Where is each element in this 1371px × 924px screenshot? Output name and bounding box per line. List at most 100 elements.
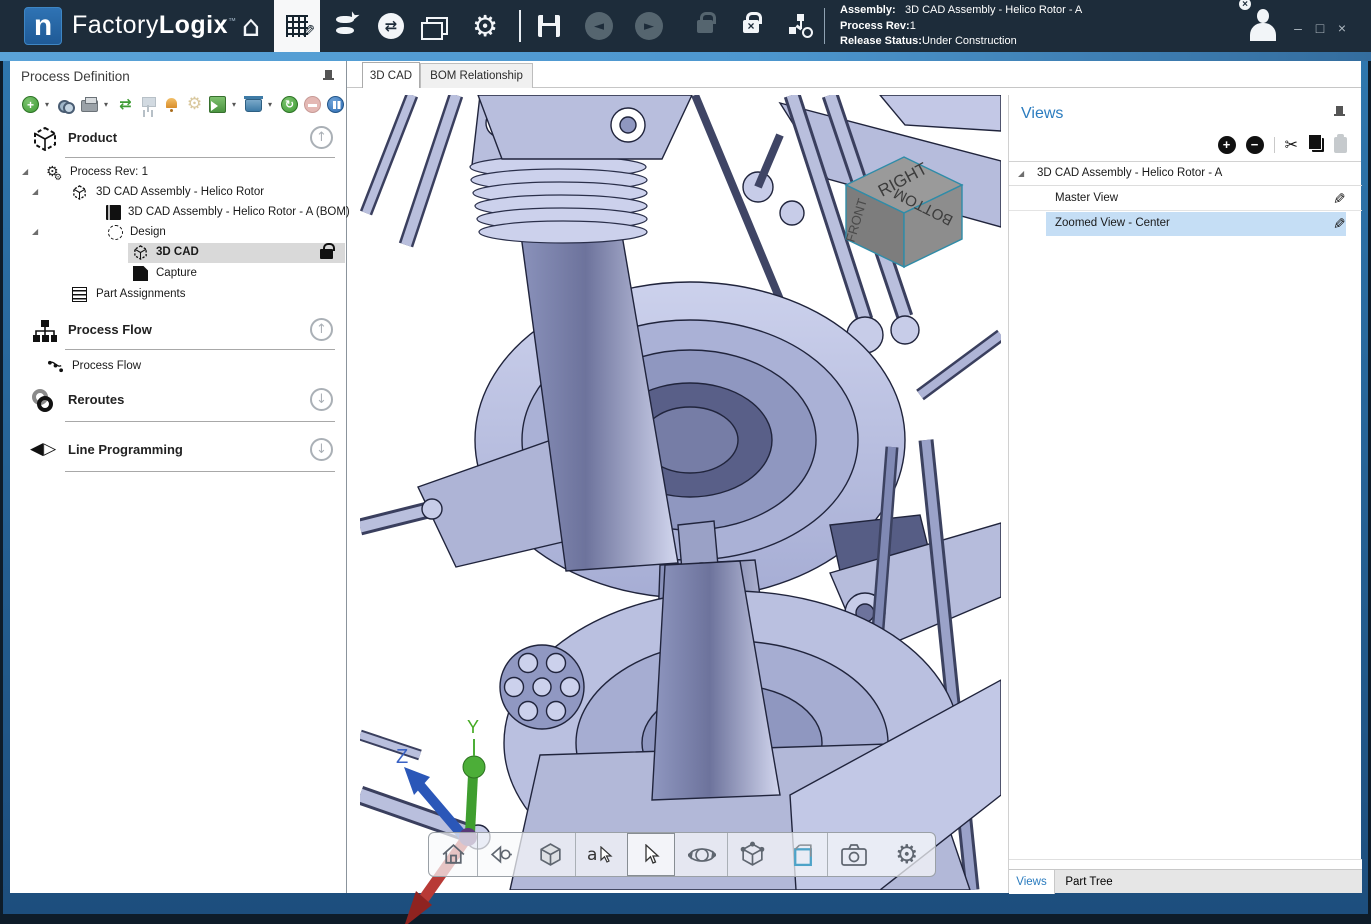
view-item-label: Zoomed View - Center (1055, 217, 1170, 229)
add-view-button[interactable]: + (1218, 136, 1236, 154)
transfer-button[interactable]: ⇄ (368, 0, 414, 52)
tree-label: 3D CAD (156, 246, 199, 258)
tree-row-3dcad[interactable]: 3D CAD (10, 243, 347, 263)
views-tree-root[interactable]: ◢ 3D CAD Assembly - Helico Rotor - A (1009, 162, 1362, 186)
view-cube[interactable]: RIGHT BOTTOM FRONT (842, 155, 966, 271)
tree-row-design[interactable]: ◢ Design (10, 223, 347, 243)
presentation-icon[interactable] (140, 96, 157, 113)
unlock-button[interactable] (682, 0, 728, 52)
cad-viewport[interactable]: RIGHT BOTTOM FRONT Z Y X (360, 95, 1001, 890)
process-definition-button[interactable]: ✎ (274, 0, 320, 52)
cut-icon[interactable]: ✂ (1285, 137, 1298, 153)
lock-x-icon: × (743, 20, 759, 33)
snapshot-button[interactable] (830, 833, 878, 876)
view-item-zoomed[interactable]: Zoomed View - Center ✎ (1009, 212, 1362, 236)
panel-title: Process Definition (21, 69, 130, 84)
tree-row-part-assignments[interactable]: Part Assignments (10, 285, 347, 305)
bell-icon[interactable] (163, 96, 180, 113)
materials-button[interactable]: ➤ (322, 0, 368, 52)
edit-view-icon[interactable]: ✎ (1333, 190, 1346, 208)
isometric-cube-icon (739, 841, 766, 868)
edit-view-icon[interactable]: ✎ (1333, 215, 1346, 233)
print-button[interactable] (81, 100, 98, 112)
pause-icon[interactable] (327, 96, 344, 113)
tab-label: Part Tree (1065, 876, 1112, 888)
process-rev-row: Process Rev:1 (840, 19, 1082, 35)
expander-icon[interactable]: ◢ (1018, 169, 1024, 178)
back-icon: ◄ (585, 12, 613, 40)
product-section-label: Product (68, 130, 117, 145)
documents-button[interactable] (414, 0, 460, 52)
pin-icon[interactable] (1333, 105, 1347, 121)
home-icon (440, 841, 467, 868)
delete-button[interactable] (245, 99, 262, 112)
add-dropdown-icon[interactable]: ▾ (45, 100, 52, 109)
product-section-header[interactable]: Product ↑ (10, 123, 347, 155)
find-icon[interactable] (58, 96, 75, 113)
viewport-settings-button[interactable]: ⚙ (883, 833, 931, 876)
expander-icon[interactable]: ◢ (32, 227, 38, 236)
save-button[interactable] (526, 0, 572, 52)
sync-icon[interactable]: ⇄ (117, 96, 134, 113)
annotation-select-button[interactable]: a (577, 833, 625, 876)
product-collapse-button[interactable]: ↑ (310, 126, 333, 149)
home-button[interactable]: ⌂ (228, 0, 274, 52)
tab-views[interactable]: Views (1009, 870, 1055, 894)
delete-dropdown-icon[interactable]: ▾ (268, 100, 275, 109)
tab-bom-relationship[interactable]: BOM Relationship (420, 63, 533, 88)
back-button[interactable]: ◄ (576, 0, 622, 52)
remove-view-button[interactable]: − (1246, 136, 1264, 154)
tree-label: Capture (156, 267, 197, 279)
tree-row-process-flow[interactable]: Process Flow (10, 357, 347, 377)
view-direction-button[interactable] (478, 833, 526, 876)
view-item-master[interactable]: Master View ✎ (1009, 187, 1362, 211)
reroutes-expand-button[interactable]: ↓ (310, 388, 333, 411)
tree-row-assembly[interactable]: ◢ 3D CAD Assembly - Helico Rotor (10, 183, 347, 203)
tab-part-tree[interactable]: Part Tree (1055, 870, 1123, 894)
close-button[interactable]: × (1332, 20, 1352, 36)
settings-button[interactable]: ⚙ (462, 0, 508, 52)
flow-search-button[interactable] (778, 0, 824, 52)
tree-row-capture[interactable]: Capture (10, 264, 347, 284)
bounding-box-button[interactable] (778, 833, 826, 876)
views-scroll-track[interactable] (1009, 859, 1362, 869)
isometric-view-button[interactable] (729, 833, 777, 876)
home-view-button[interactable] (429, 833, 477, 876)
title-bar: n FactoryLogix™ ⌂ ✎ ➤ ⇄ ⚙ ◄ ► × Assembly… (0, 0, 1371, 52)
reroutes-section-header[interactable]: Reroutes ↓ (10, 385, 347, 417)
line-programming-section-header[interactable]: ◀▷ Line Programming ↓ (10, 435, 347, 467)
minimize-button[interactable]: – (1288, 20, 1308, 36)
cube-icon (72, 185, 87, 200)
tab-3d-cad[interactable]: 3D CAD (362, 62, 420, 88)
tree-row-bom[interactable]: 3D CAD Assembly - Helico Rotor - A (BOM) (10, 203, 347, 223)
orbit-button[interactable] (678, 833, 726, 876)
maximize-button[interactable]: □ (1310, 20, 1330, 36)
part-assignments-icon (72, 287, 87, 302)
forward-button[interactable]: ► (626, 0, 672, 52)
tree-row-process-rev[interactable]: ◢ ⚙⚙ Process Rev: 1 (10, 163, 347, 183)
design-icon (108, 225, 123, 240)
add-button[interactable]: + (22, 96, 39, 113)
cursor-icon (599, 846, 615, 864)
pin-icon[interactable] (322, 69, 336, 85)
copy-icon[interactable] (1312, 138, 1324, 152)
expander-icon[interactable]: ◢ (32, 187, 38, 196)
lock-close-button[interactable]: × (728, 0, 774, 52)
pointer-select-button[interactable] (627, 833, 675, 876)
export-button[interactable] (209, 96, 226, 113)
line-programming-expand-button[interactable]: ↓ (310, 438, 333, 461)
print-dropdown-icon[interactable]: ▾ (104, 100, 111, 109)
tree-label: Process Rev: 1 (70, 166, 148, 178)
process-flow-section-header[interactable]: Process Flow ↑ (10, 315, 347, 347)
activate-icon[interactable]: ↻ (281, 96, 298, 113)
process-flow-collapse-button[interactable]: ↑ (310, 318, 333, 341)
export-dropdown-icon[interactable]: ▾ (232, 100, 239, 109)
release-status-value: Under Construction (922, 35, 1017, 47)
release-status-label: Release Status: (840, 34, 922, 50)
solid-view-button[interactable] (527, 833, 575, 876)
expander-icon[interactable]: ◢ (22, 167, 28, 176)
forward-icon: ► (635, 12, 663, 40)
paste-icon (1334, 137, 1347, 153)
views-toolbar: + − ✂ (1218, 135, 1347, 155)
line-programming-icon: ◀▷ (30, 439, 56, 459)
